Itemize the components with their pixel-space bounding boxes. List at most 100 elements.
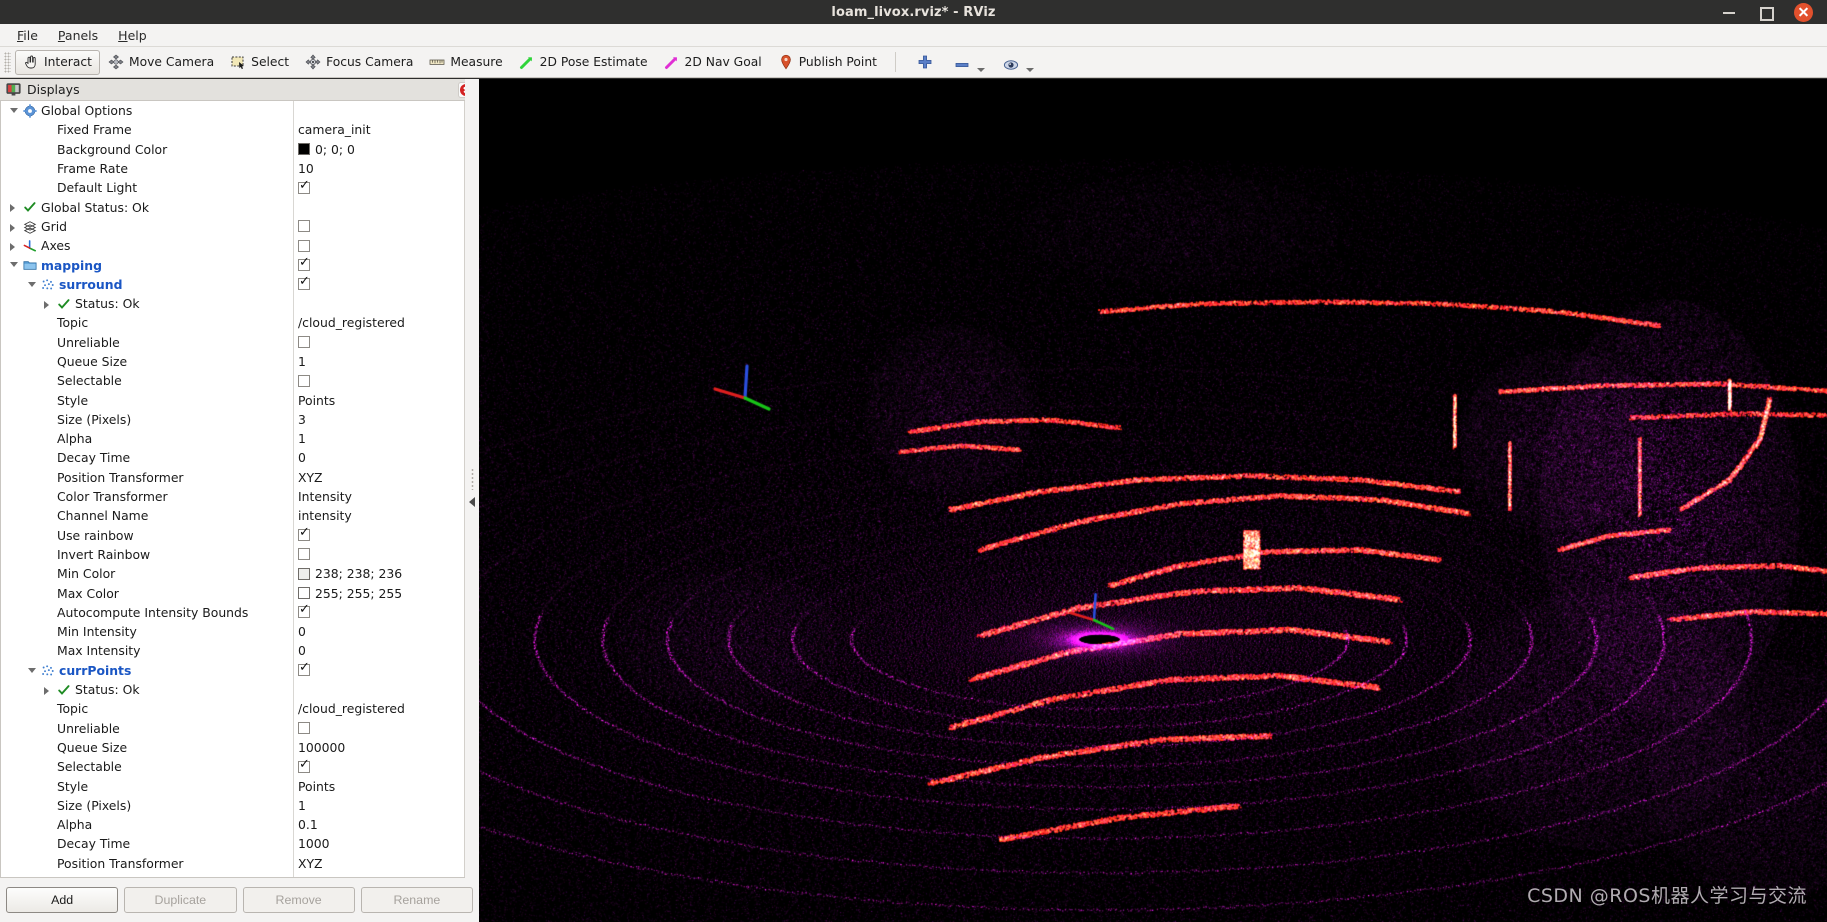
tree-row-value[interactable] [298, 758, 310, 773]
tree-row[interactable]: surround [1, 275, 464, 294]
tree-row[interactable]: Size (Pixels) 3 [1, 410, 464, 429]
tree-row-value[interactable]: 255; 255; 255 [298, 586, 402, 601]
color-swatch[interactable] [298, 143, 310, 156]
tree-row-value[interactable]: 10 [298, 161, 314, 176]
tool-select-button[interactable]: Select [222, 50, 297, 75]
chevron-down-icon[interactable] [10, 262, 18, 268]
tool-2d-nav-goal-button[interactable]: 2D Nav Goal [656, 50, 770, 75]
tool-interact-button[interactable]: Interact [15, 49, 100, 75]
tree-row-value[interactable]: 100000 [298, 740, 345, 755]
tree-row[interactable]: Global Status: Ok [1, 197, 464, 216]
tree-row-value[interactable]: 0 [298, 624, 306, 639]
menu-panels[interactable]: Panels [49, 26, 107, 45]
add-button[interactable]: Add [6, 887, 119, 913]
tree-row-value[interactable]: 238; 238; 236 [298, 566, 402, 581]
checkbox[interactable] [298, 603, 310, 619]
tree-row[interactable]: Default Light [1, 178, 464, 197]
tree-row[interactable]: Position Transformer XYZ [1, 468, 464, 487]
tree-row[interactable]: Status: Ok [1, 680, 464, 699]
chevron-right-icon[interactable] [10, 223, 15, 232]
tree-row-value[interactable] [298, 220, 310, 233]
tree-row[interactable]: Style Points [1, 776, 464, 795]
tree-row-value[interactable] [298, 722, 310, 735]
tree-row[interactable]: Max Color 255; 255; 255 [1, 583, 464, 602]
menu-help[interactable]: Help [109, 26, 156, 45]
tree-row-value[interactable]: 1 [298, 798, 306, 813]
tree-row-value[interactable] [298, 336, 310, 349]
menu-file[interactable]: File [8, 26, 47, 45]
tree-row-value[interactable] [298, 603, 310, 619]
checkbox[interactable] [298, 336, 310, 349]
chevron-down-icon[interactable] [10, 108, 18, 113]
tree-row-value[interactable]: Points [298, 393, 335, 408]
checkbox[interactable] [298, 239, 310, 252]
checkbox[interactable] [298, 374, 310, 387]
checkbox[interactable] [298, 526, 310, 542]
tree-row-value[interactable] [298, 256, 310, 272]
tree-row-value[interactable]: Intensity [298, 489, 352, 504]
displays-tree[interactable]: Global Options Fixed Frame camera_init Back… [0, 101, 479, 878]
tool-2d-pose-estimate-button[interactable]: 2D Pose Estimate [511, 50, 656, 75]
chevron-down-icon[interactable] [28, 667, 36, 673]
tree-row-value[interactable]: 3 [298, 412, 306, 427]
tree-row[interactable]: Global Options [1, 101, 464, 120]
tree-row-value[interactable]: XYZ [298, 856, 323, 871]
tree-row-value[interactable] [298, 179, 310, 194]
tree-row-value[interactable]: 0 [298, 450, 306, 465]
tree-row[interactable]: Max Intensity 0 [1, 641, 464, 660]
checkbox[interactable] [298, 256, 310, 272]
checkbox[interactable] [298, 179, 310, 194]
tree-row-value[interactable] [298, 548, 310, 561]
tree-row-value[interactable]: /cloud_registered [298, 701, 405, 716]
tree-row-value[interactable] [298, 526, 310, 542]
chevron-down-icon[interactable] [1025, 67, 1034, 72]
tree-row[interactable]: Min Intensity 0 [1, 622, 464, 641]
tree-row[interactable]: Min Color 238; 238; 236 [1, 564, 464, 583]
tree-row[interactable]: Channel Name intensity [1, 506, 464, 525]
tree-row-value[interactable]: 1000 [298, 836, 330, 851]
tree-row[interactable]: Topic/cloud_registered [1, 699, 464, 718]
tree-row[interactable]: Unreliable [1, 333, 464, 352]
tree-row[interactable]: Status: Ok [1, 294, 464, 313]
tool-publish-point-button[interactable]: Publish Point [770, 50, 885, 75]
checkbox[interactable] [298, 548, 310, 561]
visibility-button[interactable] [994, 50, 1043, 75]
tree-row-value[interactable]: camera_init [298, 122, 371, 137]
tree-row-value[interactable] [298, 374, 310, 387]
tree-row[interactable]: Alpha 0.1 [1, 815, 464, 834]
remove-tool-button[interactable] [945, 50, 994, 75]
tree-row[interactable]: Alpha 1 [1, 429, 464, 448]
chevron-down-icon[interactable] [976, 67, 985, 72]
toolbar-grip[interactable] [4, 51, 11, 73]
tree-row-value[interactable] [298, 275, 310, 291]
tool-measure-button[interactable]: Measure [421, 50, 510, 75]
minimize-icon[interactable] [1722, 5, 1736, 19]
checkbox[interactable] [298, 275, 310, 291]
checkbox[interactable] [298, 661, 310, 677]
chevron-right-icon[interactable] [10, 204, 15, 213]
splitter-grip[interactable] [470, 467, 474, 490]
tree-row[interactable]: Decay Time 1000 [1, 834, 464, 853]
tree-row[interactable]: Topic/cloud_registered [1, 313, 464, 332]
tree-row[interactable]: Unreliable [1, 719, 464, 738]
tree-column-divider[interactable] [293, 101, 294, 877]
tree-row[interactable]: Color Transformer Intensity [1, 487, 464, 506]
color-swatch[interactable] [298, 567, 310, 580]
panel-splitter[interactable] [465, 79, 479, 878]
tree-row[interactable]: Invert Rainbow [1, 545, 464, 564]
tree-row[interactable]: Queue Size 1 [1, 352, 464, 371]
tree-row[interactable]: Use rainbow [1, 526, 464, 545]
point-cloud-canvas[interactable] [479, 79, 1827, 922]
tree-row-value[interactable]: /cloud_registered [298, 315, 405, 330]
tree-row[interactable]: Position Transformer XYZ [1, 854, 464, 873]
tree-row-value[interactable]: 0.1 [298, 817, 318, 832]
tree-row[interactable]: Style Points [1, 390, 464, 409]
tree-row-value[interactable]: Intensity [298, 875, 352, 877]
checkbox[interactable] [298, 758, 310, 773]
tree-row[interactable]: mapping [1, 255, 464, 274]
tool-move-camera-button[interactable]: Move Camera [100, 50, 222, 75]
tree-row[interactable]: Color Transformer Intensity [1, 873, 464, 877]
chevron-down-icon[interactable] [28, 281, 36, 287]
tree-row-value[interactable]: 0; 0; 0 [298, 142, 355, 157]
chevron-right-icon[interactable] [44, 300, 49, 309]
